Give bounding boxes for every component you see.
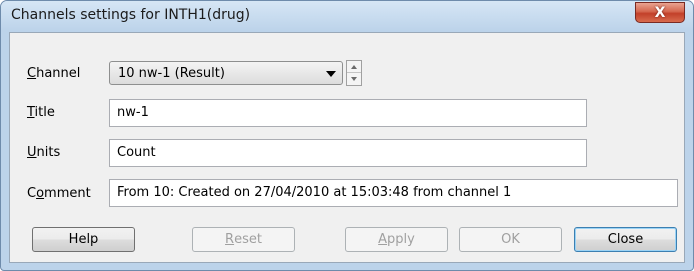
title-label: Title [27, 105, 55, 120]
dialog-body: Channel 10 nw-1 (Result) Title nw-1 Unit… [9, 32, 685, 263]
help-button[interactable]: Help [32, 227, 135, 252]
channel-label: Channel [27, 66, 81, 81]
units-input[interactable]: Count [109, 139, 587, 167]
channel-dropdown-value: 10 nw-1 (Result) [118, 66, 225, 81]
reset-button[interactable]: Reset [192, 227, 295, 252]
comment-input[interactable]: From 10: Created on 27/04/2010 at 15:03:… [109, 179, 678, 207]
arrow-down-icon [351, 77, 357, 81]
spin-up-button[interactable] [347, 61, 361, 73]
title-bar[interactable]: Channels settings for INTH1(drug) X [1, 1, 693, 31]
close-button[interactable]: Close [574, 227, 677, 252]
units-label: Units [27, 145, 61, 160]
ok-button[interactable]: OK [459, 227, 562, 252]
window-close-button[interactable]: X [635, 2, 685, 23]
channels-settings-dialog: Channels settings for INTH1(drug) X Chan… [0, 0, 694, 271]
apply-button[interactable]: Apply [345, 227, 448, 252]
spin-down-button[interactable] [347, 73, 361, 85]
arrow-up-icon [351, 64, 357, 69]
title-input[interactable]: nw-1 [109, 99, 587, 127]
comment-label: Comment [27, 186, 91, 201]
chevron-down-icon [326, 71, 336, 77]
channel-spinner[interactable] [346, 60, 362, 86]
window-title: Channels settings for INTH1(drug) [11, 7, 251, 23]
close-icon: X [654, 4, 666, 21]
channel-dropdown[interactable]: 10 nw-1 (Result) [109, 61, 343, 85]
